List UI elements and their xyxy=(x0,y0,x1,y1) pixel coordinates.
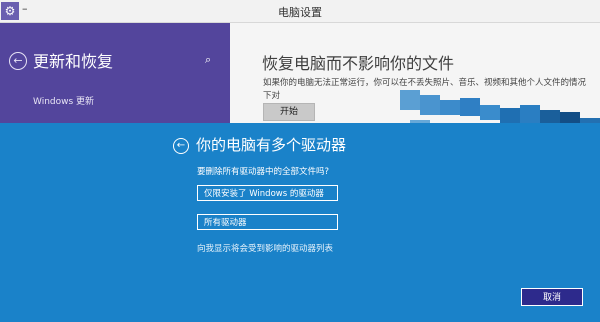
sidebar-title: 更新和恢复 xyxy=(33,52,114,71)
dialog: ← 你的电脑有多个驱动器 要删除所有驱动器中的全部文件吗? 仅限安装了 Wind… xyxy=(0,123,600,322)
dialog-question: 要删除所有驱动器中的全部文件吗? xyxy=(197,167,330,177)
option-all-drives-button[interactable]: 所有驱动器 xyxy=(197,214,338,230)
dialog-title: 你的电脑有多个驱动器 xyxy=(196,136,347,154)
title-bar: ⚙ – 电脑设置 xyxy=(0,0,600,23)
start-button[interactable]: 开始 xyxy=(263,103,315,121)
window-title: 电脑设置 xyxy=(278,6,322,19)
sidebar-item-windows-update[interactable]: Windows 更新 xyxy=(33,94,94,107)
page-title: 恢复电脑而不影响你的文件 xyxy=(262,54,455,73)
show-drives-link[interactable]: 向我显示将会受到影响的驱动器列表 xyxy=(197,242,333,254)
search-icon[interactable]: ⌕ xyxy=(205,53,211,67)
back-arrow-icon[interactable]: ← xyxy=(173,138,189,154)
cancel-button[interactable]: 取消 xyxy=(521,288,583,306)
option-windows-drive-button[interactable]: 仅限安装了 Windows 的驱动器 xyxy=(197,185,338,201)
sidebar: ← 更新和恢复 ⌕ Windows 更新 xyxy=(0,23,230,133)
back-arrow-icon[interactable]: ← xyxy=(9,52,27,70)
